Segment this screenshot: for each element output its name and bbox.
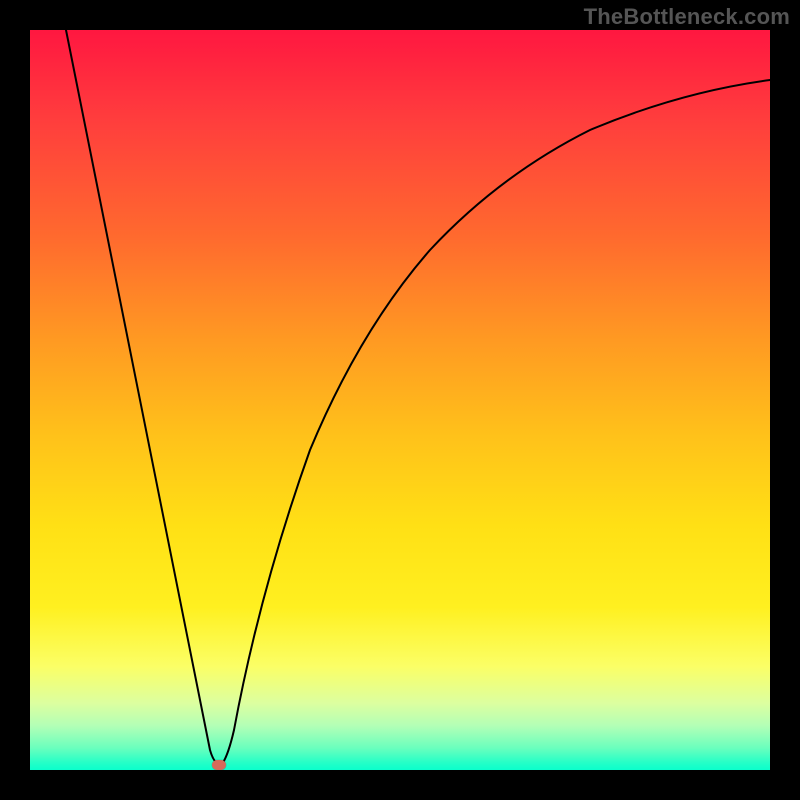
chart-stage: TheBottleneck.com: [0, 0, 800, 800]
bottleneck-curve: [30, 30, 770, 770]
plot-area: [30, 30, 770, 770]
optimum-marker: [212, 760, 226, 770]
watermark-text: TheBottleneck.com: [584, 4, 790, 30]
